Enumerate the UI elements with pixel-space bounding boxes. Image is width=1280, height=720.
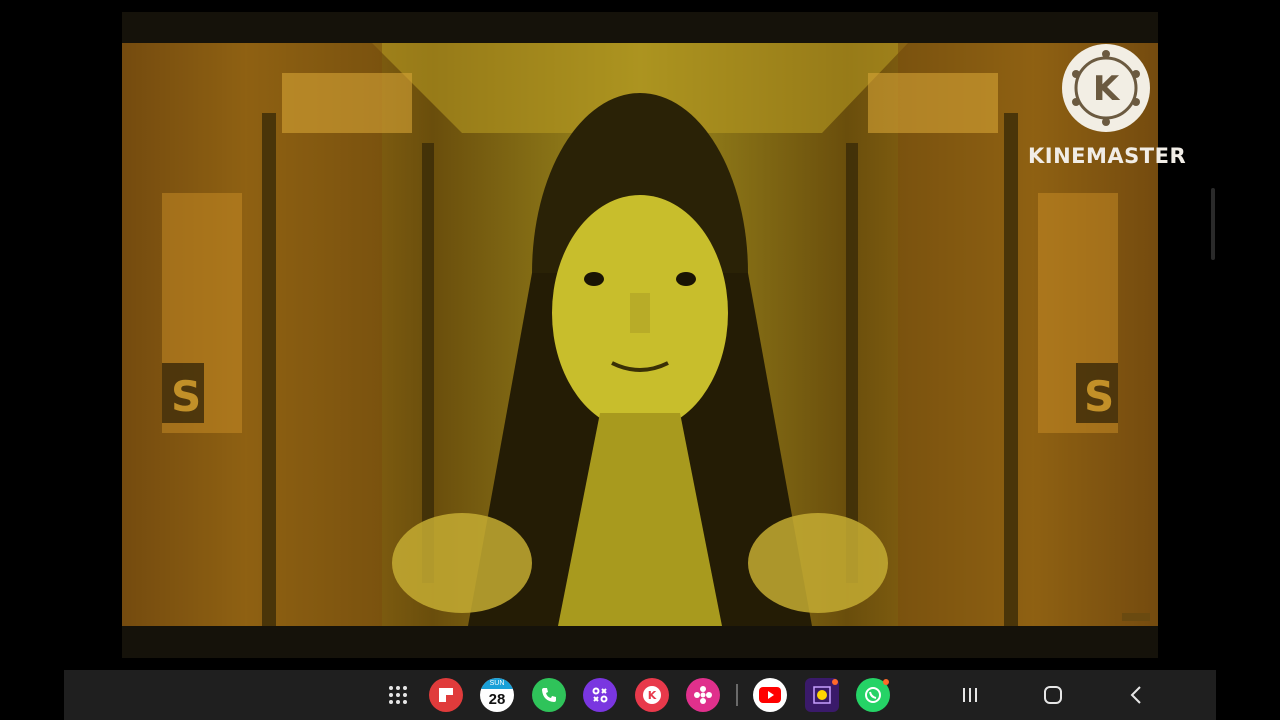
game-launcher-icon[interactable]: [583, 678, 617, 712]
notification-dot: [883, 679, 889, 685]
gallery-icon[interactable]: [686, 678, 720, 712]
taskbar-divider: [736, 684, 738, 706]
calendar-day-label: SUN: [480, 678, 514, 689]
watermark-text: KINEMASTER: [1028, 144, 1187, 168]
phone-icon[interactable]: [532, 678, 566, 712]
svg-text:S: S: [171, 372, 201, 421]
corner-badge: [1122, 613, 1150, 621]
video-letterbox-bottom: [122, 626, 1158, 658]
kinemaster-watermark: K KINEMASTER: [1028, 44, 1187, 174]
video-letterbox-top: [122, 12, 1158, 43]
whatsapp-icon[interactable]: [856, 678, 890, 712]
youtube-icon[interactable]: [753, 678, 787, 712]
apps-grid-icon[interactable]: [381, 678, 415, 712]
video-scene: S S: [122, 43, 1158, 626]
recents-icon[interactable]: [953, 678, 987, 712]
calendar-date: 28: [488, 691, 506, 708]
video-player[interactable]: S S: [122, 12, 1158, 658]
kinemaster-logo-icon: K: [1062, 44, 1150, 132]
back-icon[interactable]: [1119, 678, 1153, 712]
flipboard-icon[interactable]: [429, 678, 463, 712]
home-icon[interactable]: [1036, 678, 1070, 712]
svg-text:K: K: [1093, 69, 1121, 109]
svg-text:S: S: [1084, 372, 1114, 421]
edge-panel-handle[interactable]: [1211, 188, 1215, 260]
calendar-icon[interactable]: SUN 28: [480, 678, 514, 712]
pacman-game-icon[interactable]: [805, 678, 839, 712]
screen: S S K KINEMASTER SUN 28 K: [0, 0, 1280, 720]
video-frame-image[interactable]: S S: [122, 43, 1158, 626]
kinemaster-icon[interactable]: K: [635, 678, 669, 712]
svg-text:K: K: [648, 689, 657, 702]
taskbar: SUN 28 K: [64, 670, 1216, 720]
notification-dot: [832, 679, 838, 685]
